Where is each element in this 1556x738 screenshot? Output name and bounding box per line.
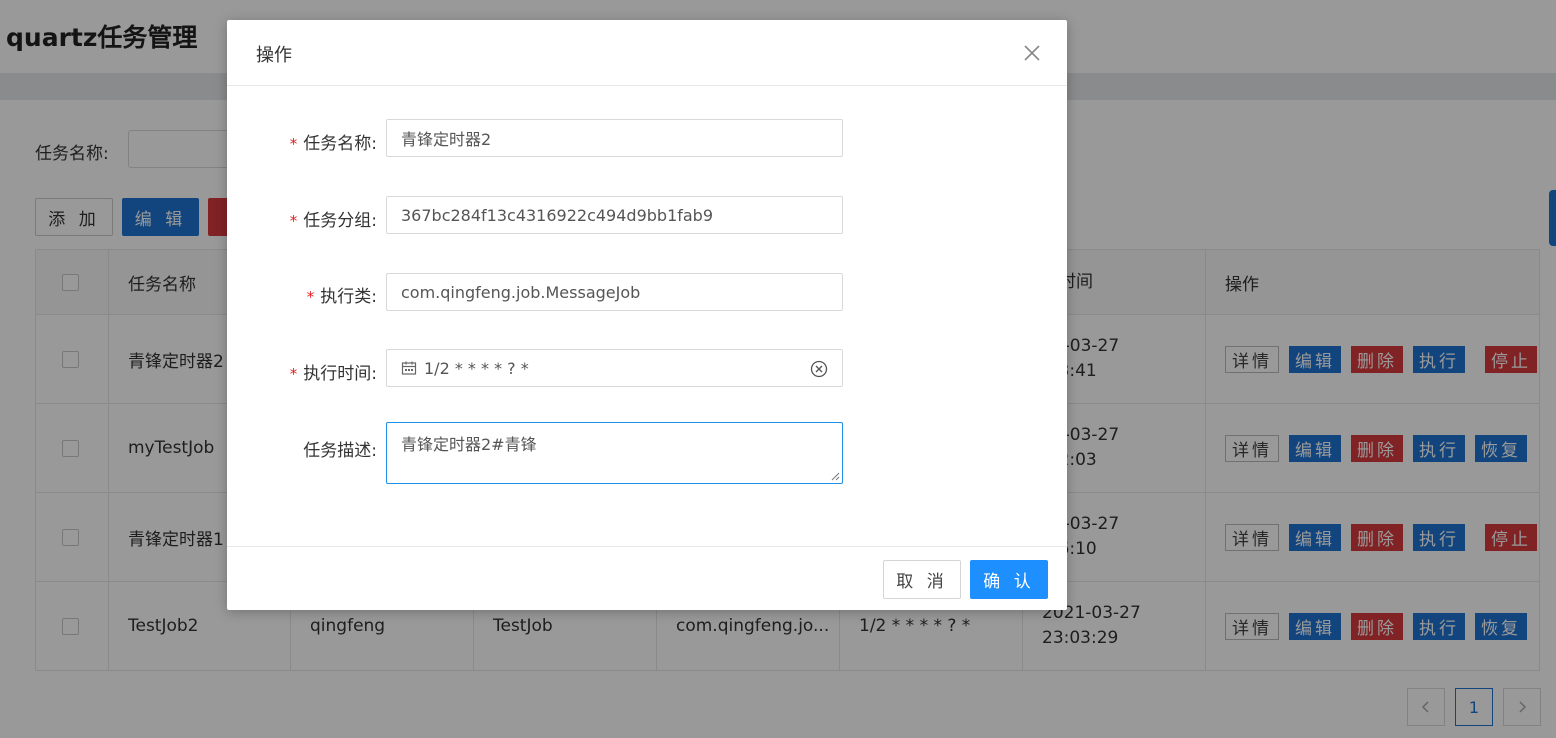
job-group-label: * 任务分组:	[289, 211, 377, 231]
description-label: 任务描述:	[303, 441, 377, 461]
job-class-label: * 执行类:	[306, 287, 377, 307]
cron-label: * 执行时间:	[289, 364, 377, 384]
cron-value: 1/2 * * * * ? *	[424, 358, 529, 378]
job-class-input[interactable]: com.qingfeng.job.MessageJob	[386, 273, 843, 311]
job-name-input[interactable]: 青锋定时器2	[386, 119, 843, 157]
description-textarea[interactable]: 青锋定时器2#青锋	[386, 422, 843, 484]
description-value: 青锋定时器2#青锋	[401, 435, 537, 454]
job-edit-dialog: 操作 * 任务名称: 青锋定时器2 * 任务分组: 367bc284f13c4316…	[227, 20, 1067, 610]
clear-circle-icon[interactable]	[810, 360, 828, 378]
dialog-footer: 取 消 确 认	[227, 546, 1067, 610]
required-mark: *	[289, 365, 298, 383]
dialog-header: 操作	[227, 20, 1067, 86]
job-name-label: * 任务名称:	[289, 134, 377, 154]
calendar-icon	[401, 361, 417, 375]
required-mark: *	[289, 135, 298, 153]
cancel-button[interactable]: 取 消	[883, 560, 961, 599]
confirm-button[interactable]: 确 认	[970, 560, 1048, 599]
required-mark: *	[289, 212, 298, 230]
resize-grip-icon[interactable]	[830, 471, 840, 481]
job-group-input[interactable]: 367bc284f13c4316922c494d9bb1fab9	[386, 196, 843, 234]
dialog-title: 操作	[256, 45, 292, 66]
close-icon[interactable]	[1021, 42, 1043, 64]
required-mark: *	[306, 288, 315, 306]
cron-picker-input[interactable]: 1/2 * * * * ? *	[386, 349, 843, 387]
